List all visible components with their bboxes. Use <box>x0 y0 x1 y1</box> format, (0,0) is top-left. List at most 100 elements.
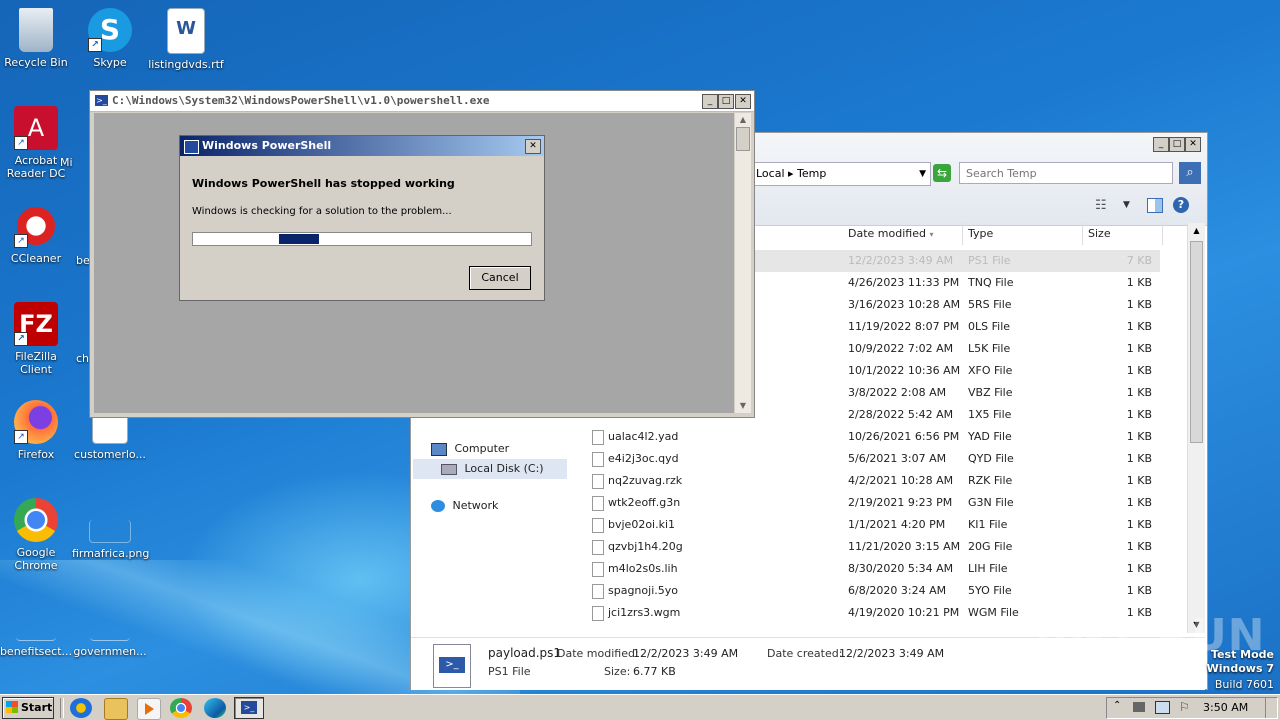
file-row[interactable]: m4lo2s0s.lih 8/30/2020 5:34 AM LIH File 1 K… <box>580 558 1160 580</box>
file-date: 12/2/2023 3:49 AM <box>848 254 954 267</box>
address-bar[interactable]: Local ▸ Temp ▼ <box>751 162 931 186</box>
minimize-button[interactable]: _ <box>1153 137 1169 152</box>
desktop-icon-firefox[interactable]: ↗ Firefox <box>0 400 74 461</box>
file-size: 1 KB <box>1126 276 1152 289</box>
file-size: 1 KB <box>1126 518 1152 531</box>
show-desktop-button[interactable] <box>1265 698 1276 718</box>
column-header-type[interactable]: Type <box>963 223 1083 245</box>
maximize-button[interactable]: □ <box>1169 137 1185 152</box>
file-size: 1 KB <box>1126 584 1152 597</box>
file-row[interactable]: e4i2j3oc.qyd 5/6/2021 3:07 AM QYD File 1 KB <box>580 448 1160 470</box>
scroll-up-icon[interactable]: ▲ <box>1188 223 1205 239</box>
nav-item-network[interactable]: Network <box>431 499 498 512</box>
file-date: 11/19/2022 8:07 PM <box>848 320 960 333</box>
desktop-icon-label: Google Chrome <box>14 546 58 572</box>
error-dialog[interactable]: Windows PowerShell ✕ Windows PowerShell … <box>179 135 545 301</box>
powershell-taskbar-button[interactable]: >_ <box>234 697 264 719</box>
view-options-icon[interactable]: ☷ <box>1095 198 1107 213</box>
file-size: 1 KB <box>1126 430 1152 443</box>
quicklaunch-divider <box>60 698 64 718</box>
file-date: 1/1/2021 4:20 PM <box>848 518 946 531</box>
file-date: 4/26/2023 11:33 PM <box>848 276 960 289</box>
breadcrumb-local[interactable]: Local <box>756 167 785 180</box>
file-row[interactable]: ualac4l2.yad 10/26/2021 6:56 PM YAD File 1 … <box>580 426 1160 448</box>
scroll-thumb[interactable] <box>736 127 750 151</box>
scroll-up-icon[interactable]: ▲ <box>735 113 751 127</box>
nav-item-computer[interactable]: Computer <box>431 442 509 456</box>
file-name: qzvbj1h4.20g <box>608 540 683 553</box>
file-list-scrollbar[interactable]: ▲ ▼ <box>1187 223 1205 633</box>
details-modified-label: Date modified: <box>557 647 639 660</box>
ie-icon[interactable] <box>70 698 92 718</box>
file-icon <box>592 496 604 511</box>
file-date: 10/9/2022 7:02 AM <box>848 342 954 355</box>
file-row[interactable]: nq2zuvag.rzk 4/2/2021 10:28 AM RZK File 1 K… <box>580 470 1160 492</box>
desktop-icon-benefitsect[interactable]: benefitsect... <box>0 620 78 658</box>
desktop-icon-ccleaner[interactable]: ↗ CCleaner <box>0 204 74 265</box>
media-player-icon[interactable] <box>137 698 161 720</box>
desktop-icon-firmafrica[interactable]: firmafrica.png <box>72 520 149 560</box>
file-size: 1 KB <box>1126 496 1152 509</box>
file-size: 1 KB <box>1126 540 1152 553</box>
file-type: QYD File <box>968 452 1014 465</box>
scroll-down-icon[interactable]: ▼ <box>735 399 751 413</box>
desktop-icon-listingdvds[interactable]: W listingdvds.rtf <box>148 8 224 71</box>
file-type: 5YO File <box>968 584 1012 597</box>
network-tray-icon[interactable] <box>1133 702 1145 712</box>
file-row[interactable]: wtk2eoff.g3n 2/19/2021 9:23 PM G3N File 1 K… <box>580 492 1160 514</box>
file-icon <box>592 518 604 533</box>
column-header-size[interactable]: Size <box>1083 223 1163 245</box>
file-date: 2/28/2022 5:42 AM <box>848 408 954 421</box>
file-size: 1 KB <box>1126 298 1152 311</box>
file-type: TNQ File <box>968 276 1014 289</box>
file-row[interactable]: qzvbj1h4.20g 11/21/2020 3:15 AM 20G File 1 … <box>580 536 1160 558</box>
taskbar-clock[interactable]: 3:50 AM <box>1203 701 1248 714</box>
explorer-taskbar-icon[interactable] <box>104 698 128 720</box>
firefox-icon: ↗ <box>14 400 58 444</box>
close-button[interactable]: ✕ <box>1185 137 1201 152</box>
nav-item-local-disk[interactable]: Local Disk (C:) <box>413 459 567 479</box>
scroll-thumb[interactable] <box>1190 241 1203 443</box>
file-row[interactable]: spagnoji.5yo 6/8/2020 3:24 AM 5YO File 1 KB <box>580 580 1160 602</box>
search-input[interactable] <box>959 162 1173 184</box>
breadcrumb-temp[interactable]: Temp <box>797 167 826 180</box>
tray-expand-icon[interactable]: ⌃ <box>1113 700 1121 711</box>
desktop-icon-label: CCleaner <box>10 252 62 265</box>
search-icon[interactable]: ⌕ <box>1179 162 1201 184</box>
file-type: KI1 File <box>968 518 1008 531</box>
desktop-icon-partial-mi[interactable]: Mi <box>60 156 90 169</box>
preview-pane-icon[interactable] <box>1147 198 1163 213</box>
desktop-icon-recycle-bin[interactable]: Recycle Bin <box>0 8 74 69</box>
details-size-value: 6.77 KB <box>633 665 676 678</box>
recycle-bin-icon <box>19 8 53 52</box>
dialog-heading: Windows PowerShell has stopped working <box>192 177 455 190</box>
desktop-icon-skype[interactable]: S ↗ Skype <box>72 8 148 69</box>
file-row[interactable]: bvje02oi.ki1 1/1/2021 4:20 PM KI1 File 1 KB <box>580 514 1160 536</box>
desktop-icon-customerlo[interactable]: customerlo... <box>72 412 148 461</box>
document-icon <box>16 620 56 641</box>
column-header-date[interactable]: Date modified ▾ <box>843 223 963 245</box>
computer-icon <box>431 442 447 456</box>
dialog-close-button[interactable]: ✕ <box>525 139 541 154</box>
chrome-taskbar-icon[interactable] <box>170 698 192 718</box>
close-button[interactable]: ✕ <box>735 94 751 109</box>
desktop-icon-chrome[interactable]: Google Chrome <box>0 498 74 572</box>
dropdown-arrow-icon[interactable]: ▼ <box>919 163 926 185</box>
file-icon <box>592 452 604 467</box>
view-dropdown-icon[interactable]: ▼ <box>1123 200 1130 210</box>
flag-tray-icon[interactable]: ⚐ <box>1179 700 1190 714</box>
maximize-button[interactable]: □ <box>718 94 734 109</box>
file-size: 1 KB <box>1126 386 1152 399</box>
start-button[interactable]: Start <box>2 697 54 719</box>
desktop-icon-filezilla[interactable]: FZ ↗ FileZilla Client <box>0 302 74 376</box>
monitor-tray-icon[interactable] <box>1155 701 1170 714</box>
dialog-message: Windows is checking for a solution to th… <box>192 206 452 217</box>
desktop-icon-label: Firefox <box>17 448 55 461</box>
minimize-button[interactable]: _ <box>702 94 718 109</box>
help-icon[interactable]: ? <box>1173 197 1189 213</box>
edge-icon[interactable] <box>204 698 226 718</box>
console-scrollbar[interactable]: ▲ ▼ <box>735 113 751 413</box>
refresh-icon[interactable]: ⇆ <box>933 164 951 182</box>
desktop-icon-governmen[interactable]: governmen... <box>72 620 148 658</box>
cancel-button[interactable]: Cancel <box>469 266 531 290</box>
